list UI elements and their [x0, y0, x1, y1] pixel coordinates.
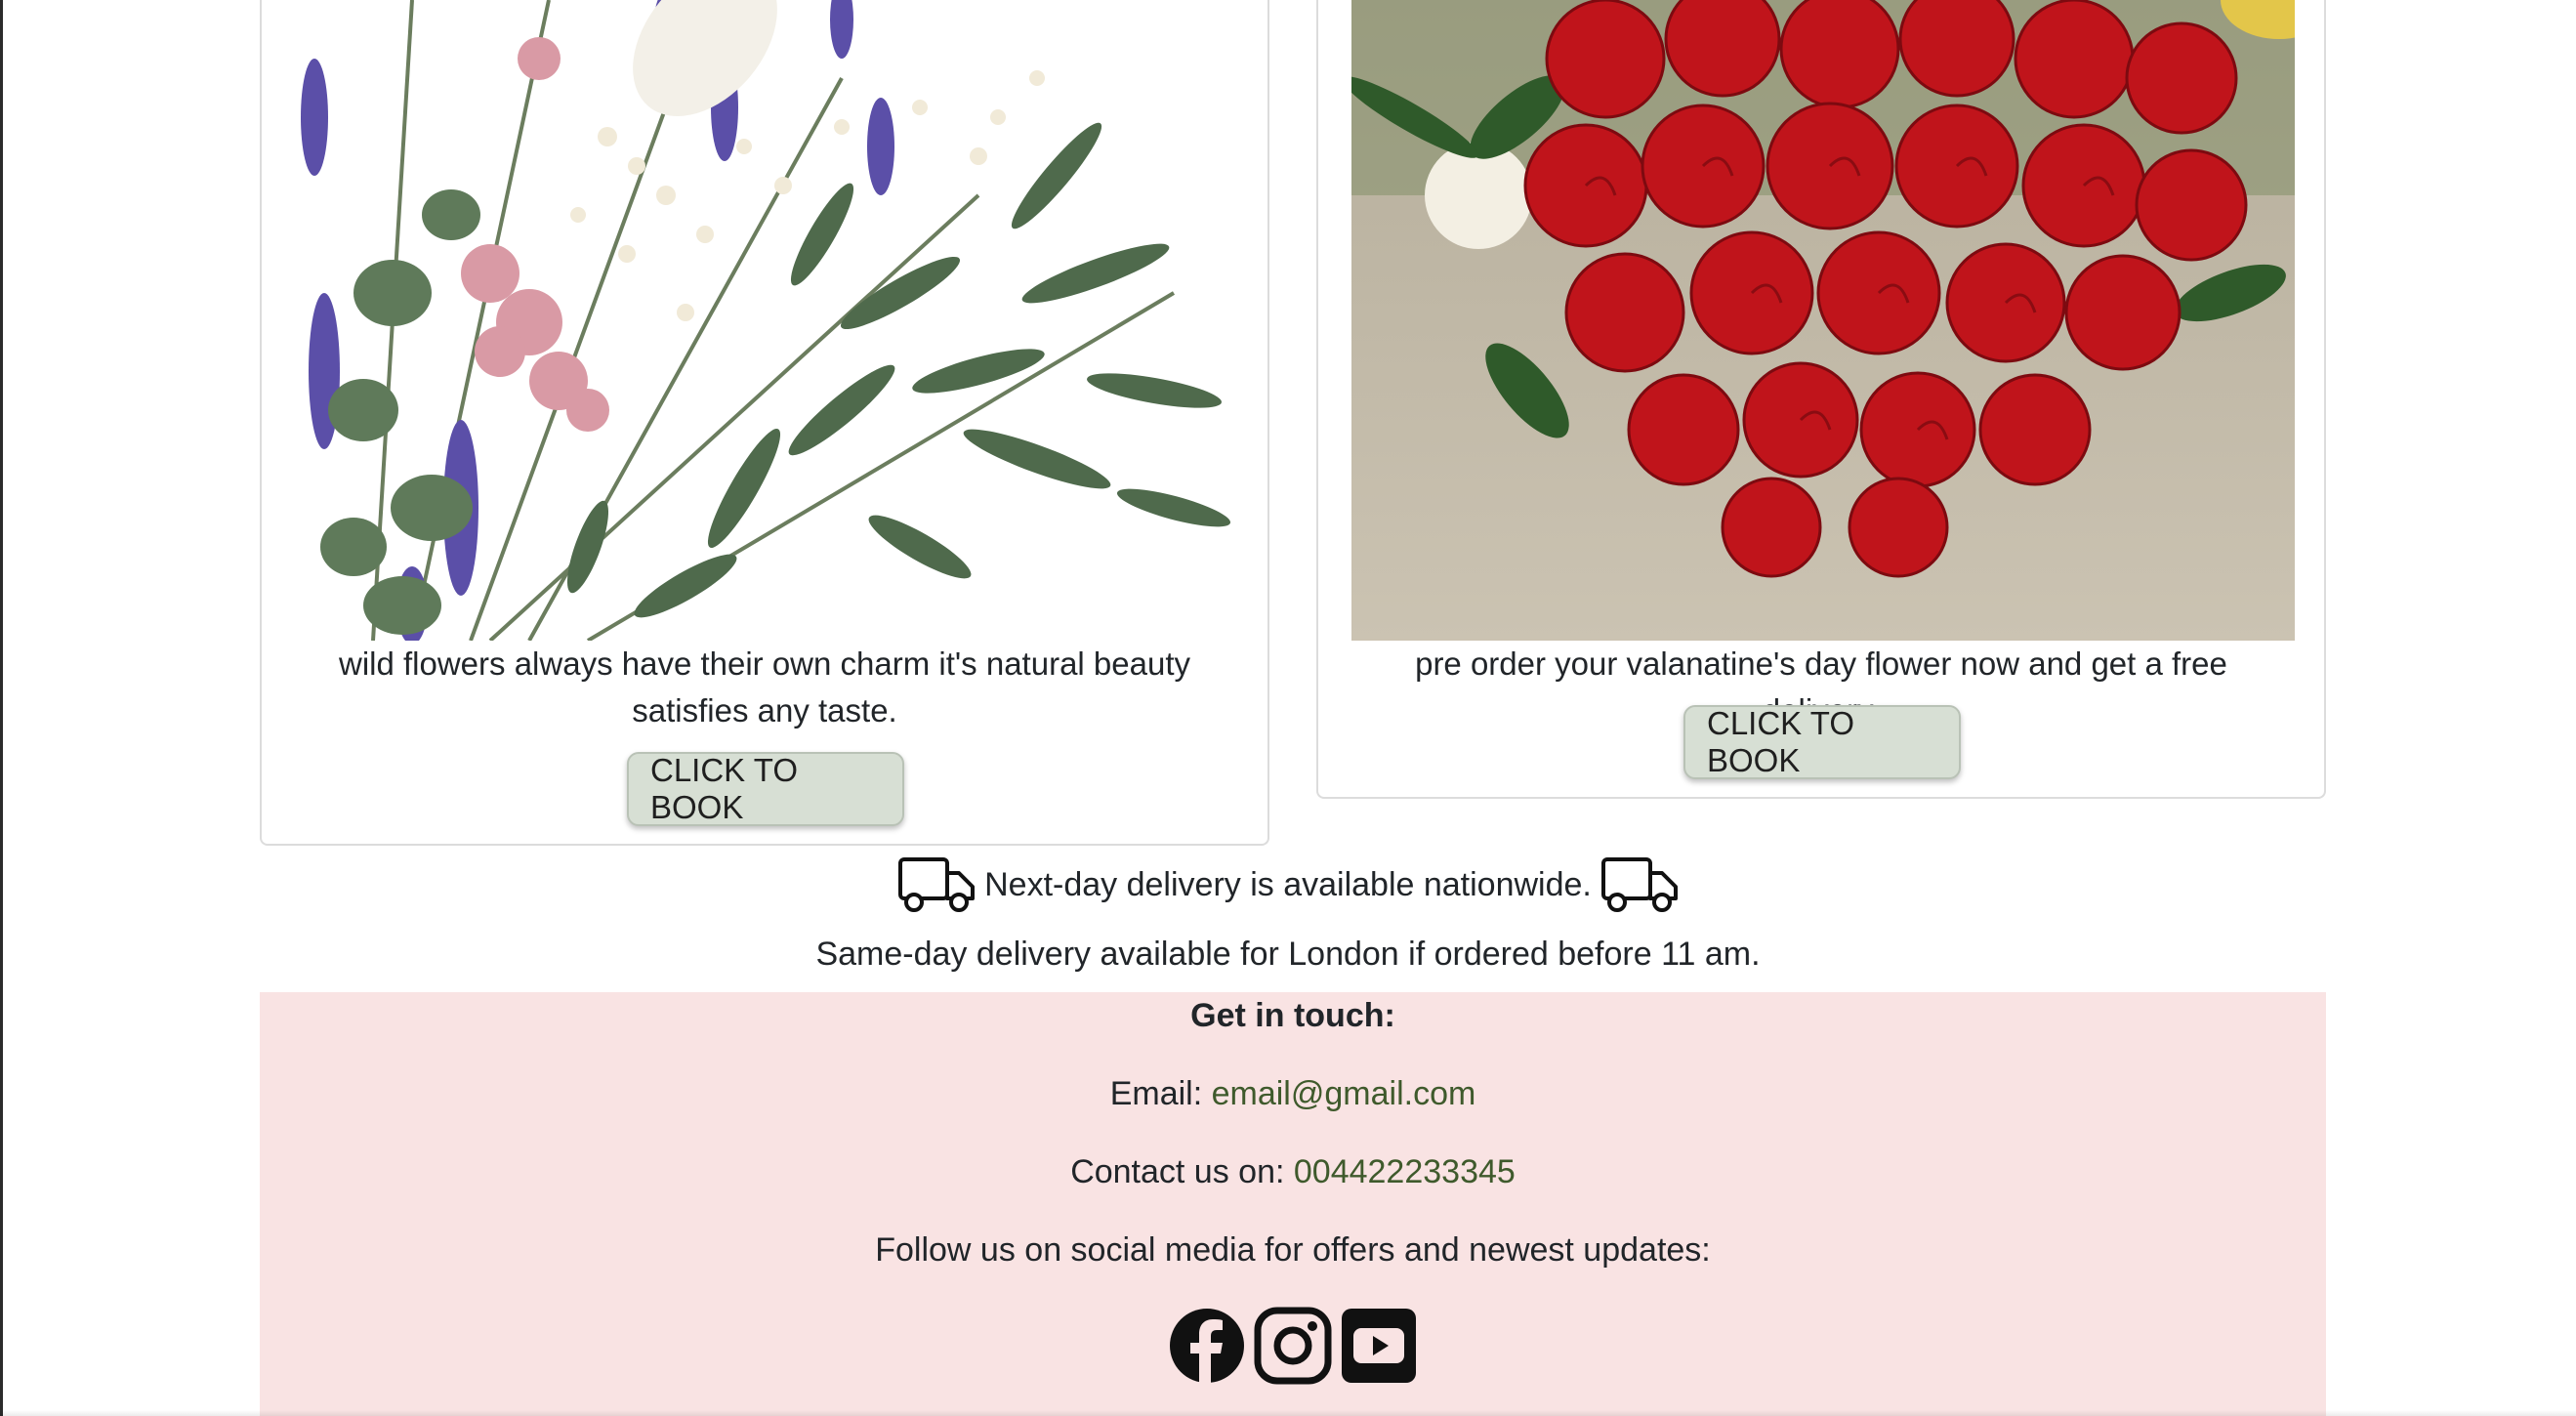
truck-icon — [898, 857, 976, 912]
book-button[interactable]: CLICK TO BOOK — [1683, 705, 1961, 779]
same-day-delivery-text: Same-day delivery available for London i… — [815, 936, 1761, 973]
follow-text: Follow us on social media for offers and… — [875, 1231, 1711, 1269]
bottom-edge — [0, 1410, 2576, 1416]
social-links — [260, 1307, 2326, 1385]
contact-footer: Get in touch: Email: email@gmail.com Con… — [260, 992, 2326, 1416]
product-card-roses: pre order your valanatine's day flower n… — [1316, 0, 2326, 799]
book-button[interactable]: CLICK TO BOOK — [627, 752, 904, 826]
delivery-banner: Next-day delivery is available nationwid… — [0, 850, 2576, 920]
product-card-wildflowers: wild flowers always have their own charm… — [260, 0, 1269, 846]
page: wild flowers always have their own charm… — [0, 0, 2576, 1416]
card-description: wild flowers always have their own charm… — [338, 646, 1191, 729]
instagram-icon[interactable] — [1254, 1307, 1332, 1385]
footer-title: Get in touch: — [1190, 997, 1395, 1034]
wildflower-illustration — [295, 0, 1238, 641]
roses-illustration — [1351, 0, 2295, 641]
phone-link[interactable]: 004422233345 — [1294, 1153, 1516, 1190]
wildflower-image — [295, 0, 1238, 641]
email-link[interactable]: email@gmail.com — [1212, 1075, 1476, 1112]
phone-line: Contact us on: 004422233345 — [260, 1148, 2326, 1195]
youtube-icon[interactable] — [1340, 1307, 1418, 1385]
phone-label: Contact us on: — [1070, 1153, 1285, 1190]
facebook-icon[interactable] — [1168, 1307, 1246, 1385]
roses-image — [1351, 0, 2295, 641]
delivery-nationwide-text: Next-day delivery is available nationwid… — [984, 865, 1592, 903]
truck-icon — [1600, 857, 1678, 912]
email-line: Email: email@gmail.com — [260, 1070, 2326, 1117]
email-label: Email: — [1109, 1075, 1203, 1112]
window-edge — [0, 0, 3, 1416]
